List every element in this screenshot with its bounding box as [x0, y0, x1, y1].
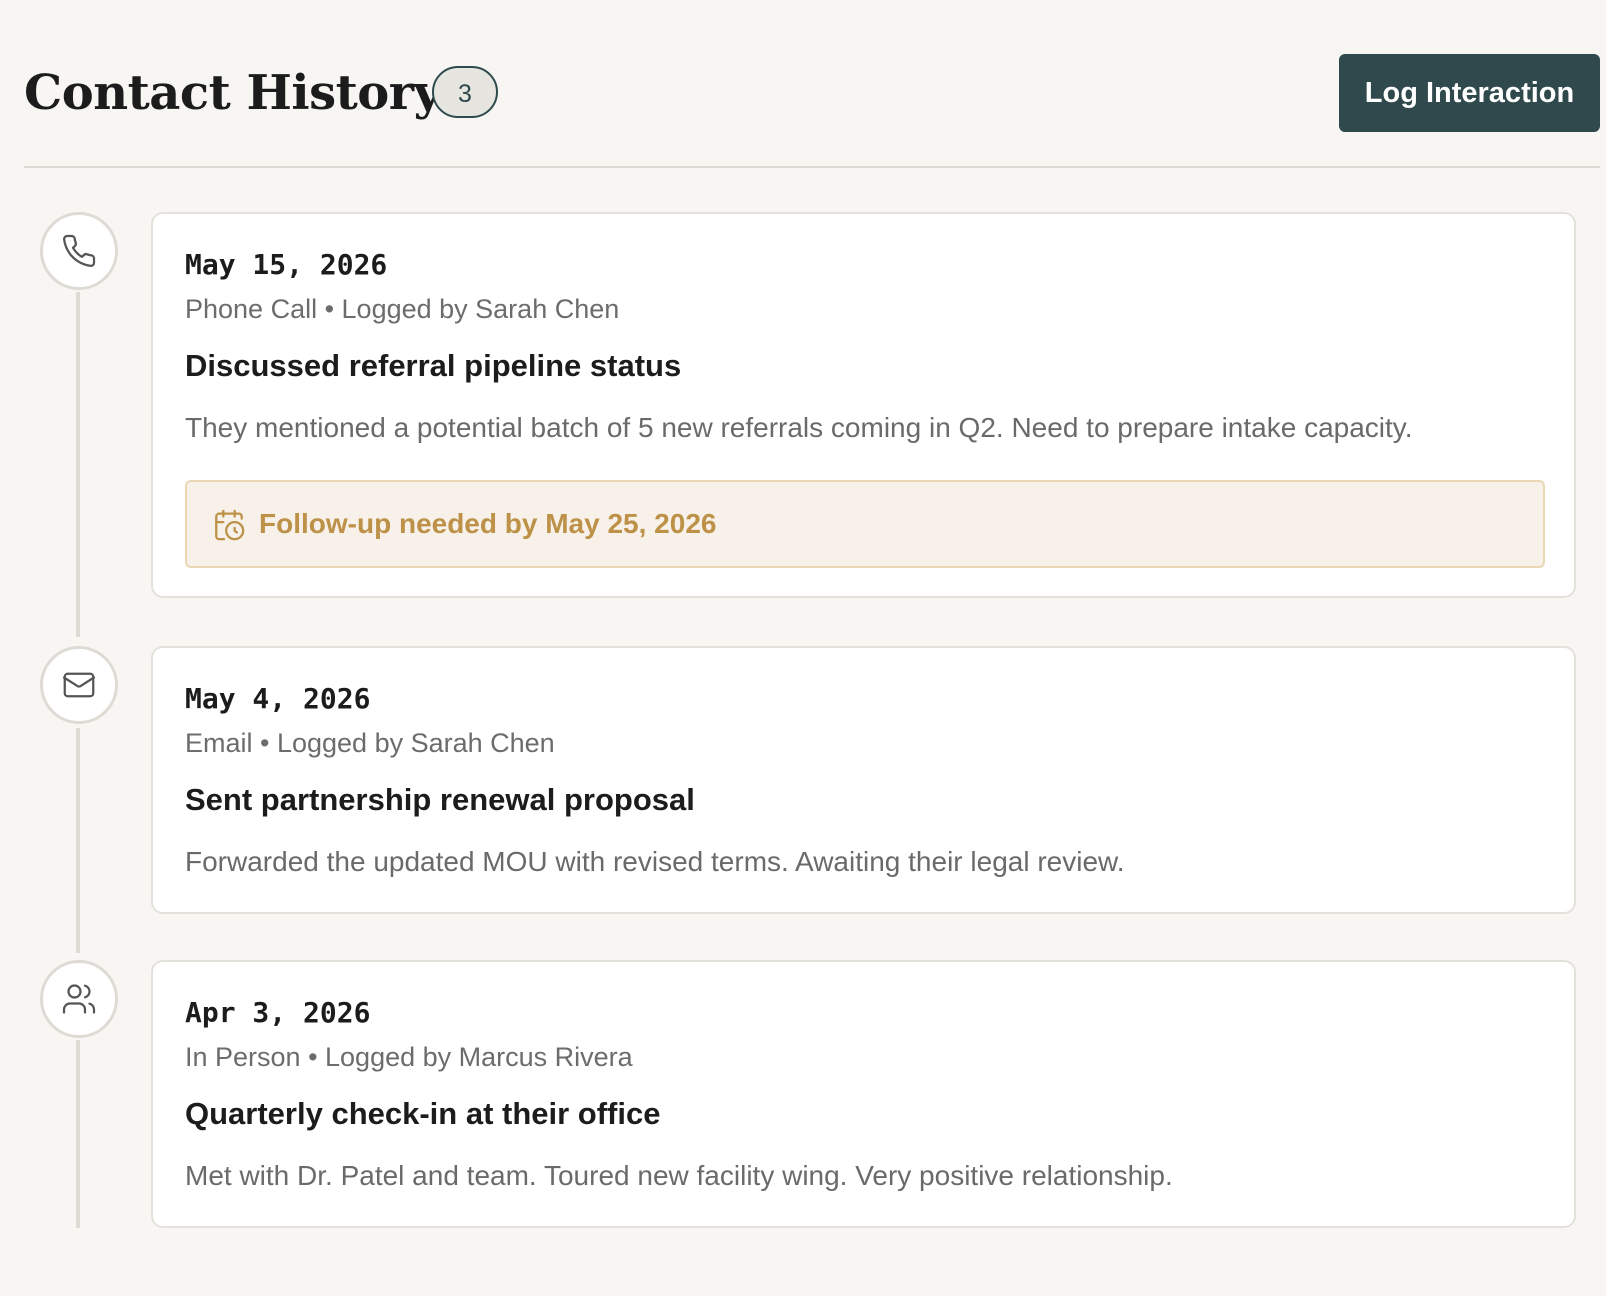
- timeline-node-phone: [40, 212, 118, 290]
- interaction-subject: Sent partnership renewal proposal: [185, 782, 695, 817]
- count-badge: 3: [432, 66, 498, 118]
- interaction-meta: Email • Logged by Sarah Chen: [185, 728, 555, 758]
- page-title: Contact History: [24, 65, 441, 121]
- interaction-meta: In Person • Logged by Marcus Rivera: [185, 1042, 633, 1072]
- timeline-connector: [76, 728, 80, 953]
- timeline-connector: [76, 292, 80, 637]
- interaction-subject: Discussed referral pipeline status: [185, 348, 682, 383]
- interaction-card[interactable]: May 4, 2026 Email • Logged by Sarah Chen…: [151, 646, 1576, 914]
- timeline-node-in-person: [40, 960, 118, 1038]
- timeline-connector: [76, 1040, 80, 1228]
- followup-text: Follow-up needed by May 25, 2026: [259, 508, 717, 539]
- timeline-node-email: [40, 646, 118, 724]
- interaction-subject: Quarterly check-in at their office: [185, 1096, 661, 1131]
- interaction-date: Apr 3, 2026: [185, 996, 371, 1029]
- interaction-notes: Forwarded the updated MOU with revised t…: [185, 846, 1125, 877]
- interaction-notes: They mentioned a potential batch of 5 ne…: [185, 412, 1413, 443]
- interaction-date: May 15, 2026: [185, 248, 388, 281]
- interaction-card[interactable]: May 15, 2026 Phone Call • Logged by Sara…: [151, 212, 1576, 598]
- interaction-date: May 4, 2026: [185, 682, 371, 715]
- followup-banner: Follow-up needed by May 25, 2026: [185, 480, 1545, 568]
- calendar-clock-icon: [215, 509, 245, 541]
- log-interaction-button[interactable]: Log Interaction: [1339, 54, 1600, 132]
- users-icon: [62, 984, 96, 1014]
- interaction-notes: Met with Dr. Patel and team. Toured new …: [185, 1160, 1173, 1191]
- phone-icon: [63, 234, 96, 267]
- mail-icon: [62, 672, 96, 698]
- interaction-card[interactable]: Apr 3, 2026 In Person • Logged by Marcus…: [151, 960, 1576, 1228]
- interaction-meta: Phone Call • Logged by Sarah Chen: [185, 294, 620, 324]
- page-header: Contact History 3 Log Interaction: [24, 0, 1600, 168]
